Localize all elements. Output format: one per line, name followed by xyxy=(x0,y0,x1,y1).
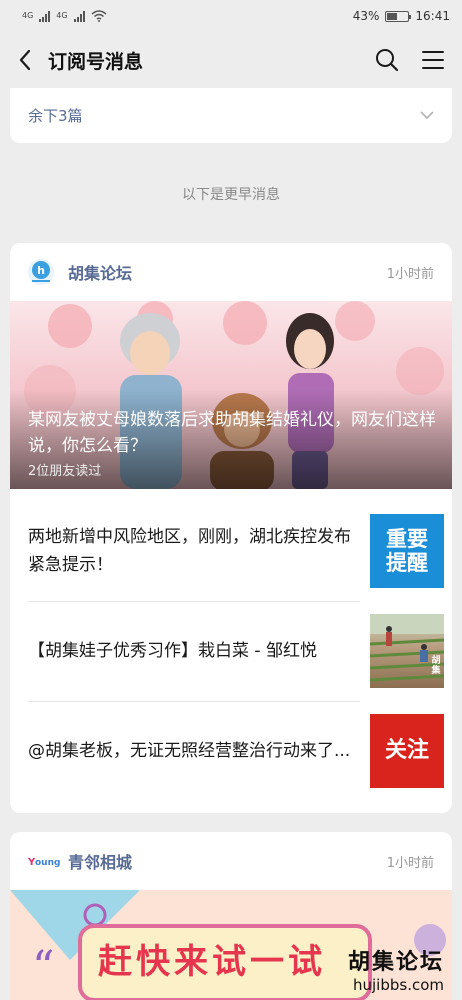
page-title: 订阅号消息 xyxy=(48,50,144,73)
watermark-url: hujibbs.com xyxy=(352,976,444,994)
network-type-2: 4G xyxy=(56,11,68,20)
account-name: 青邻相城 xyxy=(68,853,133,872)
hujiluntan-logo-icon: h xyxy=(32,261,50,282)
remaining-articles-row[interactable]: 余下3篇 xyxy=(10,88,452,143)
post-time: 1小时前 xyxy=(386,855,434,871)
search-button[interactable] xyxy=(374,47,400,73)
thumbnail-label: 胡集 xyxy=(431,656,441,676)
quote-mark-icon: “ xyxy=(32,942,55,993)
article-title: @胡集老板，无证无照经营整治行动来了... xyxy=(28,741,351,761)
battery-percent: 43% xyxy=(352,9,380,23)
account-card-hujiluntan: h 胡集论坛 1小时前 某网友被丈母娘数落后求助胡集结婚礼仪，网友们这样说，你怎… xyxy=(10,243,452,813)
young-logo-icon: Y oung xyxy=(28,857,60,868)
signal-icon xyxy=(73,10,85,22)
search-icon xyxy=(376,49,399,72)
watermark-title: 胡集论坛 xyxy=(347,950,444,975)
article-thumbnail: 重要提醒 xyxy=(370,514,444,588)
thumbnail-label: 重要提醒 xyxy=(386,527,428,575)
article-item[interactable]: 【胡集娃子优秀习作】栽白菜 - 邹红悦 胡集 xyxy=(10,601,452,701)
article-thumbnail: 关注 xyxy=(370,714,444,788)
site-watermark: 胡集论坛 hujibbs.com xyxy=(348,944,444,994)
status-bar: 4G 4G 43% 16:41 xyxy=(0,0,462,32)
card-header[interactable]: Y oung 青邻相城 1小时前 xyxy=(10,832,452,890)
account-name: 胡集论坛 xyxy=(68,264,133,283)
wifi-icon xyxy=(91,10,107,22)
article-title: 两地新增中风险地区，刚刚，湖北疾控发布紧急提示！ xyxy=(28,527,351,575)
article-item[interactable]: @胡集老板，无证无照经营整治行动来了... 关注 xyxy=(10,701,452,801)
field-photo-image xyxy=(370,614,444,682)
card-header[interactable]: h 胡集论坛 1小时前 xyxy=(10,243,452,301)
back-button[interactable] xyxy=(14,49,36,71)
article-item[interactable]: 两地新增中风险地区，刚刚，湖北疾控发布紧急提示！ 重要提醒 xyxy=(10,501,452,601)
remaining-label: 余下3篇 xyxy=(28,107,83,125)
article-thumbnail: 胡集 xyxy=(370,614,444,688)
friends-read-count: 2位朋友读过 xyxy=(28,464,102,479)
hero-article[interactable]: 某网友被丈母娘数落后求助胡集结婚礼仪，网友们这样说，你怎么看？ 2位朋友读过 xyxy=(10,301,452,489)
back-icon xyxy=(19,49,31,71)
menu-button[interactable] xyxy=(420,47,446,73)
poster-headline: 赶快来试一试 xyxy=(98,942,326,982)
svg-text:h: h xyxy=(37,264,45,277)
svg-text:oung: oung xyxy=(35,858,60,868)
thumbnail-label: 关注 xyxy=(384,738,429,763)
account-avatar: h xyxy=(28,259,54,285)
chevron-down-icon xyxy=(420,111,434,120)
earlier-messages-divider: 以下是更早消息 xyxy=(182,187,280,203)
network-type-1: 4G xyxy=(22,11,34,20)
account-avatar: Y oung xyxy=(28,848,60,874)
clock: 16:41 xyxy=(415,9,450,23)
battery-icon xyxy=(385,10,412,22)
hero-title: 某网友被丈母娘数落后求助胡集结婚礼仪，网友们这样说，你怎么看？ xyxy=(28,410,436,456)
article-title: 【胡集娃子优秀习作】栽白菜 - 邹红悦 xyxy=(28,641,317,661)
menu-icon xyxy=(422,51,444,69)
post-time: 1小时前 xyxy=(386,266,434,282)
signal-icon xyxy=(39,10,51,22)
app-header: 订阅号消息 xyxy=(0,32,462,88)
